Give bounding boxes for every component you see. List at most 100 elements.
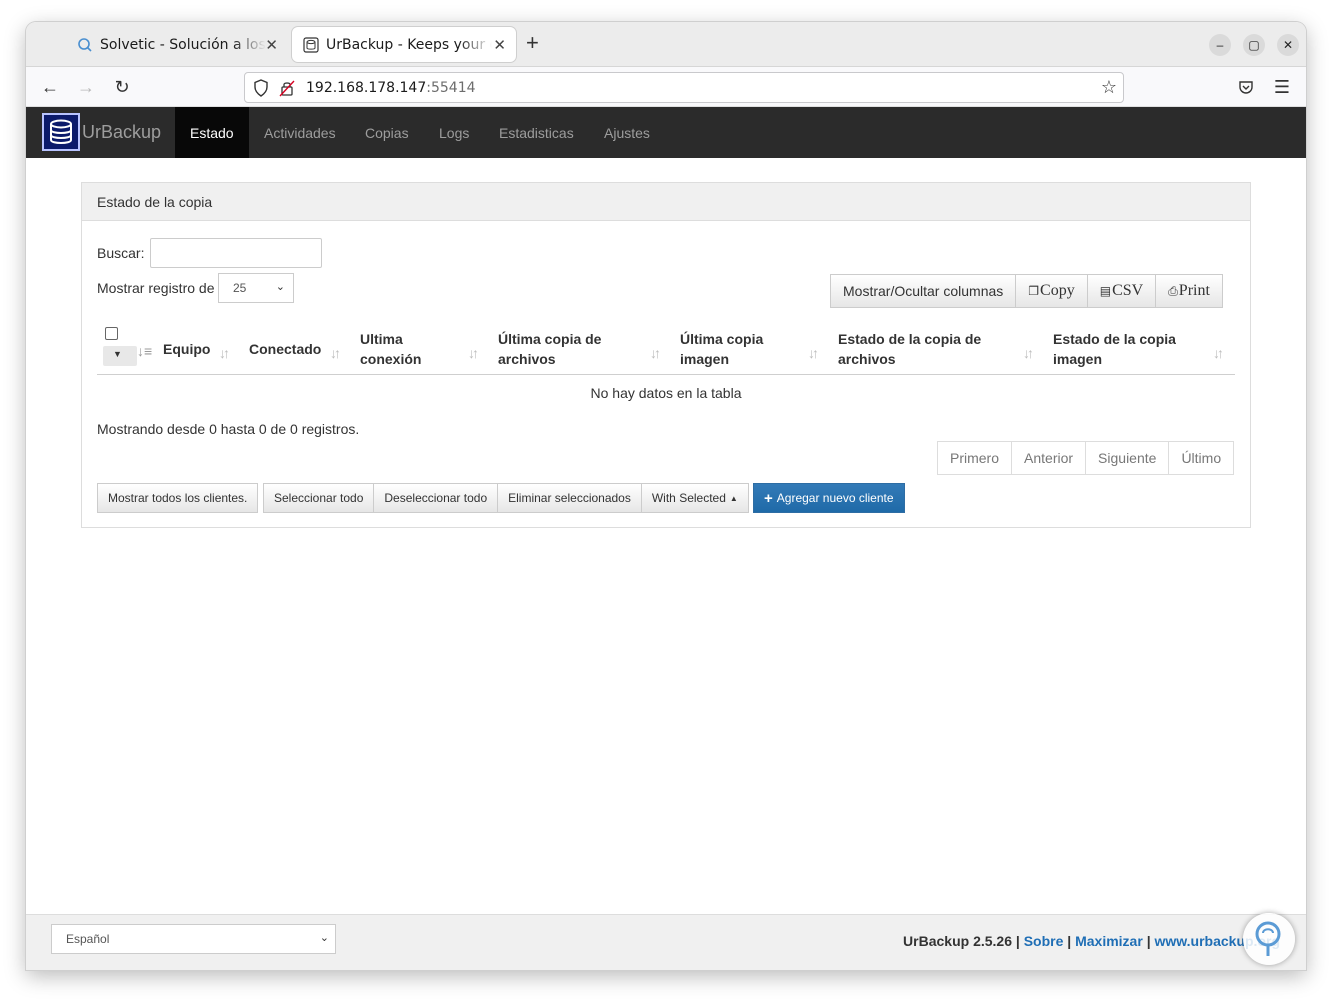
sort-icon[interactable]: ↓↑ <box>1213 345 1224 361</box>
table-header: ▼ ↓≡ Equipo ↓↑ Conectado ↓↑ Ultima conex… <box>97 323 1235 375</box>
bookmark-star-icon[interactable]: ☆ <box>1101 77 1117 98</box>
csv-button[interactable]: ▤ CSV <box>1086 274 1157 308</box>
checkbox-menu-button[interactable]: ▼ <box>103 346 137 366</box>
copy-button[interactable]: ❐ Copy <box>1015 274 1088 308</box>
table-info: Mostrando desde 0 hasta 0 de 0 registros… <box>97 421 360 437</box>
tab-urbackup[interactable]: UrBackup - Keeps your data safe ✕ <box>292 27 516 62</box>
sort-icon[interactable]: ↓↑ <box>650 345 661 361</box>
column-ultima-copia-archivos[interactable]: Última copia de archivos <box>498 323 623 375</box>
add-client-group: + Agregar nuevo cliente <box>753 483 905 513</box>
urbackup-logo-icon <box>42 113 80 151</box>
close-window-icon[interactable]: ✕ <box>1277 34 1299 56</box>
brand[interactable]: UrBackup <box>42 113 161 151</box>
footer-links: UrBackup 2.5.26 | Sobre | Maximizar | ww… <box>903 933 1280 949</box>
forward-icon[interactable]: → <box>75 76 97 98</box>
url-port: :55414 <box>426 80 476 96</box>
page-next-button[interactable]: Siguiente <box>1085 441 1170 475</box>
plus-icon: + <box>764 489 773 507</box>
insecure-lock-icon[interactable] <box>279 79 295 102</box>
column-ultima-copia-imagen[interactable]: Última copia imagen <box>680 323 780 375</box>
chevron-down-icon: ⌄ <box>275 281 285 293</box>
shield-icon[interactable] <box>253 79 269 102</box>
language-value: Español <box>66 932 110 946</box>
search-input[interactable] <box>150 238 322 268</box>
maximize-icon[interactable]: ▢ <box>1243 34 1265 56</box>
empty-table-message: No hay datos en la tabla <box>590 385 742 401</box>
column-conectado[interactable]: Conectado <box>249 323 321 375</box>
maximize-link[interactable]: Maximizar <box>1075 933 1143 949</box>
nav-copias[interactable]: Copias <box>365 107 409 158</box>
add-client-button[interactable]: + Agregar nuevo cliente <box>753 483 905 513</box>
page-content: UrBackup Estado Actividades Copias Logs … <box>26 107 1306 970</box>
status-panel: Estado de la copia Buscar: Mostrar regis… <box>81 182 1251 528</box>
back-icon[interactable]: ← <box>39 76 61 98</box>
close-tab-icon[interactable]: ✕ <box>265 36 278 54</box>
table-toolbar: Mostrar/Ocultar columnas ❐ Copy ▤ CSV ⎙ Pri… <box>830 274 1223 308</box>
delete-selected-button[interactable]: Eliminar seleccionados <box>497 483 642 513</box>
length-label: Mostrar registro de <box>97 280 215 296</box>
url-text[interactable]: 192.168.178.147:55414 <box>306 80 476 96</box>
tab-solvetic[interactable]: Solvetic - Solución a los problemas ✕ <box>62 27 288 62</box>
sort-icon[interactable]: ↓↑ <box>219 345 230 361</box>
url-host: 192.168.178.147 <box>306 80 427 96</box>
column-estado-copia-imagen[interactable]: Estado de la copia imagen <box>1053 323 1193 375</box>
copy-label: Copy <box>1040 282 1075 299</box>
column-ultima-conexion[interactable]: Ultima conexión <box>360 323 450 375</box>
brand-text: UrBackup <box>82 121 162 142</box>
solvetic-watermark-icon <box>1243 913 1295 965</box>
browser-window: Solvetic - Solución a los problemas ✕ Ur… <box>26 22 1306 970</box>
with-selected-button[interactable]: With Selected ▲ <box>640 483 749 513</box>
sort-icon[interactable]: ↓↑ <box>468 345 479 361</box>
sort-icon[interactable]: ↓↑ <box>1023 345 1034 361</box>
add-client-label: Agregar nuevo cliente <box>776 491 894 505</box>
records-per-page-select[interactable]: 25 ⌄ <box>218 273 294 303</box>
database-icon <box>302 36 320 54</box>
sort-icon[interactable]: ↓↑ <box>808 345 819 361</box>
csv-label: CSV <box>1112 282 1144 299</box>
print-label: Print <box>1178 282 1210 299</box>
column-equipo[interactable]: Equipo <box>163 323 210 375</box>
reload-icon[interactable]: ↻ <box>111 76 133 98</box>
address-bar[interactable]: 192.168.178.147:55414 ☆ <box>244 72 1124 103</box>
deselect-all-button[interactable]: Deseleccionar todo <box>373 483 499 513</box>
app-navbar: UrBackup Estado Actividades Copias Logs … <box>26 107 1306 158</box>
file-icon: ▤ <box>1099 283 1112 298</box>
select-all-checkbox[interactable] <box>105 327 118 340</box>
minimize-icon[interactable]: – <box>1209 34 1231 56</box>
show-all-group: Mostrar todos los clientes. <box>97 483 259 513</box>
with-selected-label: With Selected <box>651 491 726 505</box>
tab-title: UrBackup - Keeps your data safe <box>326 36 492 53</box>
print-button[interactable]: ⎙ Print <box>1155 274 1223 308</box>
show-all-clients-button[interactable]: Mostrar todos los clientes. <box>97 483 259 513</box>
about-link[interactable]: Sobre <box>1024 933 1064 949</box>
page-first-button[interactable]: Primero <box>937 441 1013 475</box>
chevron-down-icon: ⌄ <box>319 932 329 944</box>
page-footer: Español ⌄ UrBackup 2.5.26 | Sobre | Maxi… <box>26 914 1306 970</box>
browser-toolbar: ← → ↻ 192.168.178.147:55414 ☆ ☰ <box>26 67 1306 107</box>
nav-estado[interactable]: Estado <box>175 107 249 158</box>
page-previous-button[interactable]: Anterior <box>1011 441 1087 475</box>
new-tab-icon[interactable]: + <box>526 32 539 54</box>
nav-ajustes[interactable]: Ajustes <box>604 107 650 158</box>
pocket-icon[interactable] <box>1235 76 1257 98</box>
nav-actividades[interactable]: Actividades <box>264 107 336 158</box>
menu-icon[interactable]: ☰ <box>1271 76 1293 98</box>
solvetic-favicon-icon <box>76 36 94 54</box>
panel-title: Estado de la copia <box>82 183 1250 221</box>
search-label: Buscar: <box>97 245 145 261</box>
sort-icon[interactable]: ↓↑ <box>330 345 341 361</box>
language-select[interactable]: Español ⌄ <box>51 924 336 954</box>
nav-logs[interactable]: Logs <box>439 107 469 158</box>
selection-actions-group: Seleccionar todo Deseleccionar todo Elim… <box>263 483 749 513</box>
records-per-page-value: 25 <box>233 281 247 295</box>
close-tab-icon[interactable]: ✕ <box>493 36 506 54</box>
print-icon: ⎙ <box>1168 283 1178 298</box>
copy-icon: ❐ <box>1028 283 1040 298</box>
select-all-button[interactable]: Seleccionar todo <box>263 483 375 513</box>
sort-desc-icon[interactable]: ↓≡ <box>137 343 152 359</box>
toggle-columns-button[interactable]: Mostrar/Ocultar columnas <box>830 274 1017 308</box>
tab-strip: Solvetic - Solución a los problemas ✕ Ur… <box>26 22 1306 67</box>
page-last-button[interactable]: Último <box>1168 441 1235 475</box>
nav-estadisticas[interactable]: Estadisticas <box>499 107 574 158</box>
column-estado-copia-archivos[interactable]: Estado de la copia de archivos <box>838 323 998 375</box>
